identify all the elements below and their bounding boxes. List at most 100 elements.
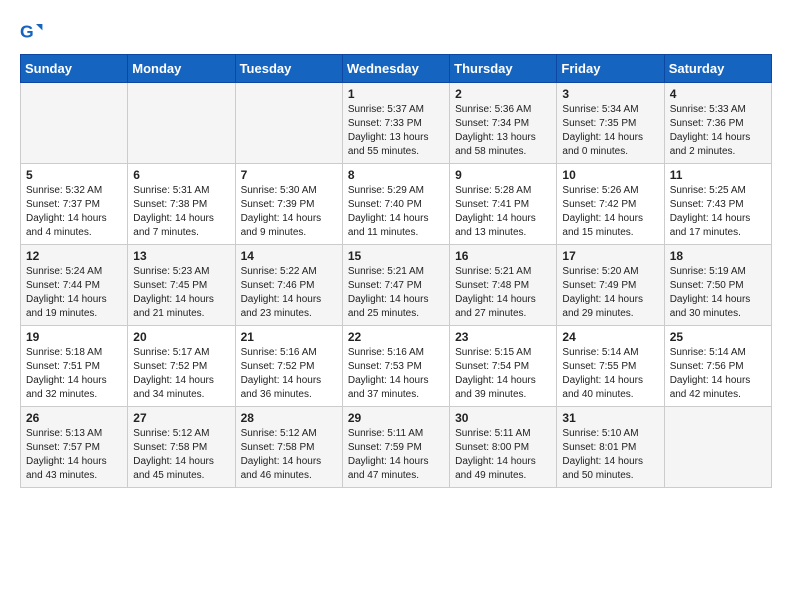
day-of-week-header: Thursday <box>450 55 557 83</box>
day-number: 31 <box>562 411 658 425</box>
day-number: 22 <box>348 330 444 344</box>
calendar-cell: 21 Sunrise: 5:16 AM Sunset: 7:52 PM Dayli… <box>235 326 342 407</box>
calendar-cell: 25Sunrise: 5:14 AM Sunset: 7:56 PM Dayli… <box>664 326 771 407</box>
day-number: 20 <box>133 330 229 344</box>
calendar-cell: 15 Sunrise: 5:21 AM Sunset: 7:47 PM Dayli… <box>342 245 449 326</box>
day-info: Sunrise: 5:29 AM Sunset: 7:40 PM Dayligh… <box>348 184 444 240</box>
day-info: Sunrise: 5:14 AM Sunset: 7:56 PM Dayligh… <box>670 346 766 402</box>
calendar-week-row: 1 Sunrise: 5:37 AM Sunset: 7:33 PM Daylig… <box>21 83 772 164</box>
calendar-cell: 12Sunrise: 5:24 AM Sunset: 7:44 PM Dayli… <box>21 245 128 326</box>
day-info: Sunrise: 5:12 AM Sunset: 7:58 PM Dayligh… <box>133 427 229 483</box>
day-of-week-header: Wednesday <box>342 55 449 83</box>
day-info: Sunrise: 5:31 AM Sunset: 7:38 PM Dayligh… <box>133 184 229 240</box>
day-number: 15 <box>348 249 444 263</box>
day-number: 17 <box>562 249 658 263</box>
day-number: 8 <box>348 168 444 182</box>
calendar-cell: 29Sunrise: 5:11 AM Sunset: 7:59 PM Dayli… <box>342 407 449 488</box>
day-number: 9 <box>455 168 551 182</box>
day-number: 4 <box>670 87 766 101</box>
day-info: Sunrise: 5:34 AM Sunset: 7:35 PM Dayligh… <box>562 103 658 159</box>
calendar-cell: 20 Sunrise: 5:17 AM Sunset: 7:52 PM Dayli… <box>128 326 235 407</box>
calendar-body: 1 Sunrise: 5:37 AM Sunset: 7:33 PM Daylig… <box>21 83 772 488</box>
day-of-week-header: Sunday <box>21 55 128 83</box>
day-number: 27 <box>133 411 229 425</box>
calendar-cell: 18 Sunrise: 5:19 AM Sunset: 7:50 PM Dayli… <box>664 245 771 326</box>
day-info: Sunrise: 5:16 AM Sunset: 7:52 PM Dayligh… <box>241 346 337 402</box>
calendar-week-row: 5Sunrise: 5:32 AM Sunset: 7:37 PM Daylig… <box>21 164 772 245</box>
day-info: Sunrise: 5:24 AM Sunset: 7:44 PM Dayligh… <box>26 265 122 321</box>
day-number: 13 <box>133 249 229 263</box>
calendar-cell: 8 Sunrise: 5:29 AM Sunset: 7:40 PM Daylig… <box>342 164 449 245</box>
calendar-table: SundayMondayTuesdayWednesdayThursdayFrid… <box>20 54 772 488</box>
day-number: 26 <box>26 411 122 425</box>
calendar-cell: 14Sunrise: 5:22 AM Sunset: 7:46 PM Dayli… <box>235 245 342 326</box>
calendar-cell <box>21 83 128 164</box>
calendar-cell: 13 Sunrise: 5:23 AM Sunset: 7:45 PM Dayli… <box>128 245 235 326</box>
day-info: Sunrise: 5:26 AM Sunset: 7:42 PM Dayligh… <box>562 184 658 240</box>
day-of-week-header: Tuesday <box>235 55 342 83</box>
day-number: 6 <box>133 168 229 182</box>
day-number: 1 <box>348 87 444 101</box>
day-number: 23 <box>455 330 551 344</box>
day-info: Sunrise: 5:32 AM Sunset: 7:37 PM Dayligh… <box>26 184 122 240</box>
day-info: Sunrise: 5:30 AM Sunset: 7:39 PM Dayligh… <box>241 184 337 240</box>
day-of-week-header: Monday <box>128 55 235 83</box>
calendar-cell <box>235 83 342 164</box>
day-info: Sunrise: 5:15 AM Sunset: 7:54 PM Dayligh… <box>455 346 551 402</box>
day-number: 3 <box>562 87 658 101</box>
day-number: 11 <box>670 168 766 182</box>
day-info: Sunrise: 5:20 AM Sunset: 7:49 PM Dayligh… <box>562 265 658 321</box>
day-info: Sunrise: 5:21 AM Sunset: 7:47 PM Dayligh… <box>348 265 444 321</box>
calendar-cell: 23 Sunrise: 5:15 AM Sunset: 7:54 PM Dayli… <box>450 326 557 407</box>
day-number: 29 <box>348 411 444 425</box>
calendar-week-row: 12Sunrise: 5:24 AM Sunset: 7:44 PM Dayli… <box>21 245 772 326</box>
days-of-week-row: SundayMondayTuesdayWednesdayThursdayFrid… <box>21 55 772 83</box>
day-number: 19 <box>26 330 122 344</box>
calendar-cell: 27 Sunrise: 5:12 AM Sunset: 7:58 PM Dayli… <box>128 407 235 488</box>
day-info: Sunrise: 5:10 AM Sunset: 8:01 PM Dayligh… <box>562 427 658 483</box>
calendar-cell: 24 Sunrise: 5:14 AM Sunset: 7:55 PM Dayli… <box>557 326 664 407</box>
day-number: 28 <box>241 411 337 425</box>
day-info: Sunrise: 5:11 AM Sunset: 8:00 PM Dayligh… <box>455 427 551 483</box>
calendar-cell: 6 Sunrise: 5:31 AM Sunset: 7:38 PM Daylig… <box>128 164 235 245</box>
day-number: 16 <box>455 249 551 263</box>
calendar-week-row: 26Sunrise: 5:13 AM Sunset: 7:57 PM Dayli… <box>21 407 772 488</box>
day-info: Sunrise: 5:28 AM Sunset: 7:41 PM Dayligh… <box>455 184 551 240</box>
calendar-cell: 1 Sunrise: 5:37 AM Sunset: 7:33 PM Daylig… <box>342 83 449 164</box>
calendar-cell: 2Sunrise: 5:36 AM Sunset: 7:34 PM Daylig… <box>450 83 557 164</box>
calendar-cell: 16 Sunrise: 5:21 AM Sunset: 7:48 PM Dayli… <box>450 245 557 326</box>
calendar-week-row: 19 Sunrise: 5:18 AM Sunset: 7:51 PM Dayli… <box>21 326 772 407</box>
calendar-cell <box>128 83 235 164</box>
day-number: 21 <box>241 330 337 344</box>
day-number: 2 <box>455 87 551 101</box>
calendar-cell: 22Sunrise: 5:16 AM Sunset: 7:53 PM Dayli… <box>342 326 449 407</box>
day-number: 10 <box>562 168 658 182</box>
day-info: Sunrise: 5:23 AM Sunset: 7:45 PM Dayligh… <box>133 265 229 321</box>
day-number: 24 <box>562 330 658 344</box>
logo: G <box>20 20 48 44</box>
day-info: Sunrise: 5:17 AM Sunset: 7:52 PM Dayligh… <box>133 346 229 402</box>
day-number: 18 <box>670 249 766 263</box>
calendar-cell: 31 Sunrise: 5:10 AM Sunset: 8:01 PM Dayli… <box>557 407 664 488</box>
day-number: 30 <box>455 411 551 425</box>
day-of-week-header: Friday <box>557 55 664 83</box>
day-info: Sunrise: 5:18 AM Sunset: 7:51 PM Dayligh… <box>26 346 122 402</box>
day-number: 7 <box>241 168 337 182</box>
day-info: Sunrise: 5:12 AM Sunset: 7:58 PM Dayligh… <box>241 427 337 483</box>
day-info: Sunrise: 5:14 AM Sunset: 7:55 PM Dayligh… <box>562 346 658 402</box>
calendar-cell: 19 Sunrise: 5:18 AM Sunset: 7:51 PM Dayli… <box>21 326 128 407</box>
calendar-cell: 11 Sunrise: 5:25 AM Sunset: 7:43 PM Dayli… <box>664 164 771 245</box>
day-info: Sunrise: 5:21 AM Sunset: 7:48 PM Dayligh… <box>455 265 551 321</box>
day-number: 14 <box>241 249 337 263</box>
day-of-week-header: Saturday <box>664 55 771 83</box>
day-info: Sunrise: 5:37 AM Sunset: 7:33 PM Dayligh… <box>348 103 444 159</box>
calendar-cell: 28 Sunrise: 5:12 AM Sunset: 7:58 PM Dayli… <box>235 407 342 488</box>
calendar-cell: 4Sunrise: 5:33 AM Sunset: 7:36 PM Daylig… <box>664 83 771 164</box>
calendar-cell: 17 Sunrise: 5:20 AM Sunset: 7:49 PM Dayli… <box>557 245 664 326</box>
calendar-cell: 7 Sunrise: 5:30 AM Sunset: 7:39 PM Daylig… <box>235 164 342 245</box>
calendar-cell: 5Sunrise: 5:32 AM Sunset: 7:37 PM Daylig… <box>21 164 128 245</box>
day-info: Sunrise: 5:25 AM Sunset: 7:43 PM Dayligh… <box>670 184 766 240</box>
calendar-cell: 30 Sunrise: 5:11 AM Sunset: 8:00 PM Dayli… <box>450 407 557 488</box>
day-info: Sunrise: 5:19 AM Sunset: 7:50 PM Dayligh… <box>670 265 766 321</box>
page-header: G <box>20 20 772 44</box>
